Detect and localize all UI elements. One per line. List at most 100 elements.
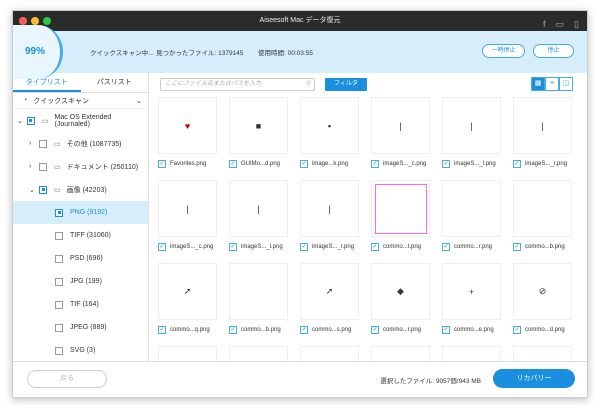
file-checkbox[interactable]: ✓: [229, 326, 237, 334]
file-checkbox[interactable]: ✓: [371, 243, 379, 251]
file-thumbnail[interactable]: ▪: [300, 97, 359, 154]
file-item[interactable]: ◆ ✓ commo...r.png: [371, 263, 442, 334]
checkbox[interactable]: [55, 277, 63, 286]
file-item[interactable]: | ✓ imageS..._c.png: [371, 97, 442, 168]
scan-mode-select[interactable]: ◔ クイックスキャン ⌄: [13, 93, 148, 109]
close-button[interactable]: [19, 17, 27, 25]
file-thumbnail[interactable]: |: [300, 180, 359, 237]
file-checkbox[interactable]: ✓: [158, 243, 166, 251]
file-item[interactable]: ✓ commo...r.png: [442, 180, 513, 251]
column-view-button[interactable]: ◫: [559, 77, 573, 91]
file-thumbnail[interactable]: ⊘: [513, 263, 572, 320]
file-checkbox[interactable]: ✓: [229, 243, 237, 251]
file-item[interactable]: + ✓ commo...e.png: [442, 263, 513, 334]
file-item[interactable]: | ✓ imageS..._l.png: [229, 180, 300, 251]
recover-button[interactable]: リカバリー: [493, 369, 575, 388]
file-item[interactable]: ✓ commo...b.png: [229, 263, 300, 334]
selected-summary: 選択したファイル: 9057個/943 MB: [380, 378, 481, 385]
chevron-right-icon[interactable]: ›: [29, 140, 39, 147]
file-thumbnail[interactable]: [229, 263, 288, 320]
file-item[interactable]: ♥ ✓ Favorites.png: [158, 97, 229, 168]
search-input[interactable]: ここにファイル名またはパスを入力 ⚲: [160, 78, 315, 91]
file-item[interactable]: ⊘ ✓ commo...d.png: [513, 263, 584, 334]
maximize-button[interactable]: [43, 17, 51, 25]
tree-item[interactable]: › ▭ ドキュメント (250110): [13, 155, 148, 178]
file-checkbox[interactable]: ✓: [442, 243, 450, 251]
file-checkbox[interactable]: ✓: [300, 326, 308, 334]
minimize-button[interactable]: [31, 17, 39, 25]
file-checkbox[interactable]: ✓: [371, 326, 379, 334]
tree-item[interactable]: PNG (9192): [13, 201, 148, 224]
tree-item[interactable]: › ▭ その他 (1087735): [13, 132, 148, 155]
file-item[interactable]: ✓ commo...t.png: [371, 180, 442, 251]
tree-item[interactable]: ⌄ ▭ Mac OS Extended (Journaled): [13, 109, 148, 132]
file-thumbnail[interactable]: [513, 180, 572, 237]
file-thumbnail[interactable]: |: [513, 97, 572, 154]
chevron-down-icon[interactable]: ⌄: [17, 117, 27, 125]
tree-item[interactable]: PSD (696): [13, 247, 148, 270]
checkbox[interactable]: [39, 162, 47, 171]
file-checkbox[interactable]: ✓: [513, 326, 521, 334]
checkbox[interactable]: [55, 231, 63, 240]
checkbox[interactable]: [55, 300, 63, 309]
filter-button[interactable]: フィルタ: [325, 78, 367, 91]
file-thumbnail[interactable]: [442, 180, 501, 237]
checkbox[interactable]: [55, 254, 63, 263]
file-thumbnail[interactable]: +: [442, 263, 501, 320]
file-thumbnail[interactable]: |: [158, 180, 217, 237]
file-thumbnail[interactable]: ➚: [158, 263, 217, 320]
file-item[interactable]: | ✓ imageS..._r.png: [513, 97, 584, 168]
checkbox[interactable]: [55, 323, 63, 332]
checkbox[interactable]: [55, 208, 63, 217]
file-checkbox[interactable]: ✓: [158, 160, 166, 168]
back-button[interactable]: 戻る: [27, 370, 107, 388]
file-checkbox[interactable]: ✓: [300, 160, 308, 168]
file-checkbox[interactable]: ✓: [371, 160, 379, 168]
pause-button[interactable]: 一時停止: [482, 44, 525, 58]
file-item[interactable]: ➚ ✓ commo...q.png: [158, 263, 229, 334]
tab-path-list[interactable]: パスリスト: [81, 73, 149, 92]
checkbox[interactable]: [39, 185, 47, 194]
file-item[interactable]: | ✓ imageS..._c.png: [158, 180, 229, 251]
file-checkbox[interactable]: ✓: [442, 160, 450, 168]
file-checkbox[interactable]: ✓: [158, 326, 166, 334]
tree-item-label: TIF (164): [70, 301, 99, 308]
search-icon: ⚲: [306, 81, 311, 87]
file-thumbnail[interactable]: ➚: [300, 263, 359, 320]
tree-item[interactable]: JPEG (889): [13, 316, 148, 339]
checkbox[interactable]: [39, 139, 47, 148]
file-thumbnail[interactable]: |: [371, 97, 430, 154]
checkbox[interactable]: [55, 346, 63, 355]
file-thumbnail[interactable]: ■: [229, 97, 288, 154]
file-item[interactable]: ■ ✓ GUIMo...d.png: [229, 97, 300, 168]
stop-button[interactable]: 停止: [533, 44, 574, 58]
file-thumbnail[interactable]: ◆: [371, 263, 430, 320]
file-checkbox[interactable]: ✓: [513, 243, 521, 251]
thumbnail-glyph: ▪: [327, 120, 332, 131]
grid-view-button[interactable]: ▦: [531, 77, 545, 91]
tree-item[interactable]: SVG (3): [13, 339, 148, 362]
file-item[interactable]: | ✓ imageS..._r.png: [300, 180, 371, 251]
file-checkbox[interactable]: ✓: [300, 243, 308, 251]
file-name: commo...t.png: [383, 244, 422, 250]
tree-item[interactable]: TIFF (31060): [13, 224, 148, 247]
chevron-down-icon[interactable]: ⌄: [29, 186, 39, 194]
file-thumbnail[interactable]: ♥: [158, 97, 217, 154]
file-thumbnail[interactable]: |: [229, 180, 288, 237]
file-checkbox[interactable]: ✓: [442, 326, 450, 334]
tree-item[interactable]: ⌄ ▭ 画像 (42203): [13, 178, 148, 201]
file-checkbox[interactable]: ✓: [229, 160, 237, 168]
file-item[interactable]: ▪ ✓ image...k.png: [300, 97, 371, 168]
tree-item[interactable]: JPG (199): [13, 270, 148, 293]
file-item[interactable]: | ✓ imageS..._l.png: [442, 97, 513, 168]
chevron-right-icon[interactable]: ›: [29, 163, 39, 170]
tab-type-list[interactable]: タイプリスト: [13, 73, 81, 92]
file-item[interactable]: ➚ ✓ commo...s.png: [300, 263, 371, 334]
file-checkbox[interactable]: ✓: [513, 160, 521, 168]
tree-item[interactable]: TIF (164): [13, 293, 148, 316]
file-thumbnail[interactable]: |: [442, 97, 501, 154]
file-thumbnail[interactable]: [371, 180, 430, 237]
file-item[interactable]: ✓ commo...b.png: [513, 180, 584, 251]
checkbox[interactable]: [26, 116, 35, 125]
list-view-button[interactable]: ≡: [545, 77, 559, 91]
